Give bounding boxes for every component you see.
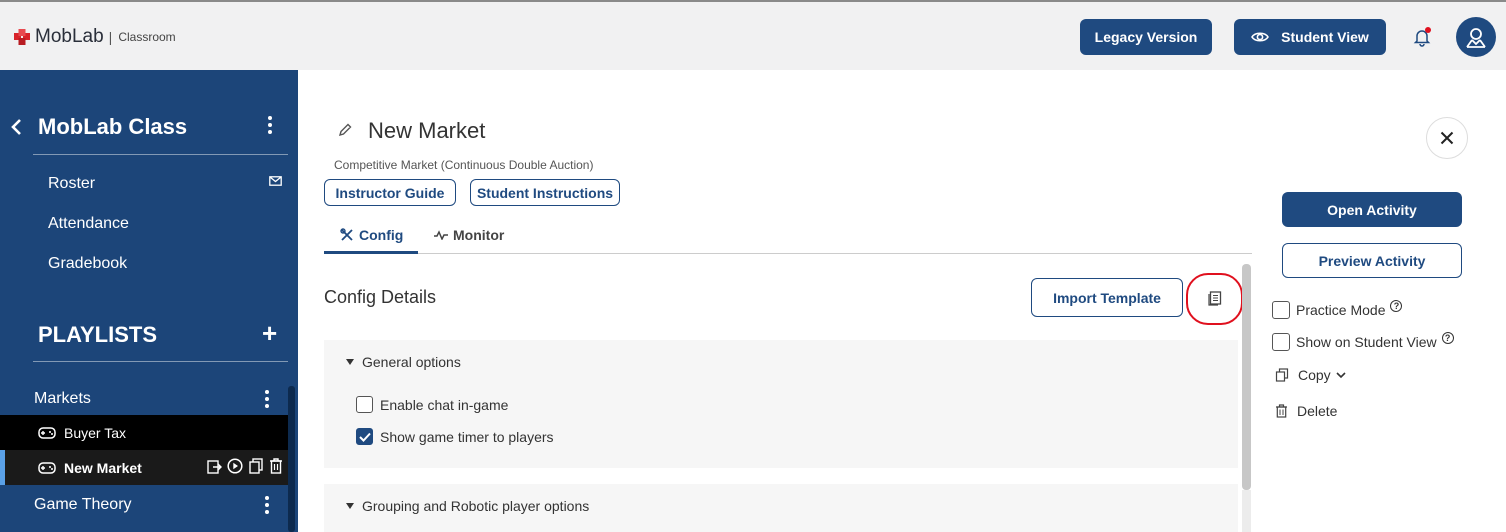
instructor-guide-button[interactable]: Instructor Guide [324, 179, 456, 206]
legacy-version-button[interactable]: Legacy Version [1080, 19, 1212, 55]
grouping-options-panel: Grouping and Robotic player options [324, 484, 1238, 532]
active-tab-indicator [324, 251, 418, 254]
playlist-game-buyer-tax[interactable]: Buyer Tax [0, 415, 290, 450]
general-options-panel: General options Enable chat in-game Show… [324, 340, 1238, 468]
class-title[interactable]: MobLab Class [38, 114, 187, 140]
preview-activity-label: Preview Activity [1318, 252, 1426, 269]
tab-divider [324, 253, 1252, 254]
caret-down-icon [346, 503, 354, 509]
sidebar-item-gradebook[interactable]: Gradebook [48, 255, 127, 273]
copy-icon [1275, 368, 1289, 382]
caret-down-icon [346, 359, 354, 365]
share-icon[interactable] [207, 458, 222, 474]
help-icon[interactable]: ? [1441, 332, 1454, 344]
copy-label: Copy [1298, 367, 1331, 383]
import-template-button[interactable]: Import Template [1031, 278, 1183, 317]
tools-icon [340, 228, 353, 241]
avatar[interactable] [1456, 17, 1496, 57]
top-bar: MobLab | Classroom Legacy Version Studen… [0, 0, 1506, 70]
delete-action[interactable]: Delete [1272, 403, 1337, 419]
chevron-down-icon [1336, 371, 1346, 378]
content-scrollbar-thumb[interactable] [1242, 264, 1251, 490]
tab-config[interactable]: Config [340, 227, 403, 243]
game-label: Buyer Tax [64, 424, 126, 441]
practice-mode-checkbox[interactable] [1272, 301, 1290, 319]
content-scrollbar-track [1242, 490, 1251, 532]
mail-icon[interactable] [269, 176, 282, 186]
import-template-label: Import Template [1053, 289, 1161, 306]
enable-chat-checkbox[interactable] [356, 396, 373, 413]
activity-subtitle: Competitive Market (Continuous Double Au… [334, 158, 594, 172]
preview-activity-button[interactable]: Preview Activity [1282, 243, 1462, 278]
show-timer-option[interactable]: Show game timer to players [356, 428, 554, 445]
show-timer-label: Show game timer to players [380, 428, 554, 445]
moblab-logo-icon [14, 29, 30, 45]
show-student-view-label: Show on Student View [1296, 334, 1437, 350]
sidebar-scrollbar[interactable] [288, 386, 295, 532]
activity-title: New Market [368, 118, 486, 143]
eye-icon [1251, 32, 1270, 42]
playlist-game-new-market[interactable]: New Market [0, 450, 290, 485]
kebab-icon[interactable] [267, 116, 273, 134]
student-view-button[interactable]: Student View [1234, 19, 1386, 55]
help-icon[interactable]: ? [1390, 300, 1403, 312]
gamepad-icon [38, 426, 56, 439]
grouping-options-title: Grouping and Robotic player options [362, 498, 590, 514]
close-button[interactable] [1426, 117, 1468, 159]
brand-name: MobLab [35, 26, 104, 47]
practice-mode-label: Practice Mode [1296, 302, 1386, 318]
user-icon [1466, 28, 1486, 48]
sidebar-item-attendance[interactable]: Attendance [48, 215, 129, 233]
delete-label: Delete [1297, 403, 1338, 419]
copy-icon[interactable] [248, 458, 264, 474]
close-icon [1440, 131, 1454, 145]
enable-chat-option[interactable]: Enable chat in-game [356, 396, 508, 413]
tab-monitor-label: Monitor [453, 227, 505, 243]
student-instructions-button[interactable]: Student Instructions [470, 179, 620, 206]
bell-icon[interactable] [1411, 26, 1433, 48]
sidebar: MobLab Class Roster Attendance Gradebook… [0, 70, 298, 532]
plus-icon[interactable]: + [262, 320, 277, 346]
kebab-icon[interactable] [264, 390, 270, 408]
practice-mode-option[interactable]: Practice Mode ? [1272, 300, 1403, 319]
legacy-version-label: Legacy Version [1094, 29, 1198, 45]
student-view-label: Student View [1281, 29, 1369, 45]
grouping-options-header[interactable]: Grouping and Robotic player options [346, 498, 589, 514]
student-instructions-label: Student Instructions [476, 184, 614, 201]
trash-icon [1276, 404, 1287, 418]
trash-icon[interactable] [269, 458, 283, 474]
pencil-icon[interactable] [337, 122, 353, 138]
logo[interactable]: MobLab | Classroom [13, 26, 176, 48]
sidebar-item-roster[interactable]: Roster [48, 175, 95, 193]
tab-config-label: Config [359, 227, 404, 243]
divider [33, 154, 288, 155]
open-activity-button[interactable]: Open Activity [1282, 192, 1462, 227]
show-timer-checkbox[interactable] [356, 428, 373, 445]
gamepad-icon [38, 461, 56, 474]
enable-chat-label: Enable chat in-game [380, 396, 509, 413]
show-student-view-option[interactable]: Show on Student View ? [1272, 332, 1454, 351]
tab-monitor[interactable]: Monitor [434, 227, 504, 243]
chevron-left-icon[interactable] [10, 118, 22, 136]
game-label: New Market [64, 459, 142, 476]
row-actions [207, 458, 283, 474]
open-activity-label: Open Activity [1327, 201, 1417, 218]
general-options-header[interactable]: General options [346, 354, 461, 370]
show-student-view-checkbox[interactable] [1272, 333, 1290, 351]
kebab-icon[interactable] [264, 496, 270, 514]
general-options-title: General options [362, 354, 461, 370]
playlist-game-theory[interactable]: Game Theory [34, 496, 132, 514]
play-icon[interactable] [227, 458, 243, 474]
divider [33, 361, 288, 362]
config-details-title: Config Details [324, 287, 437, 307]
playlist-markets[interactable]: Markets [34, 390, 91, 408]
product-name: Classroom [118, 30, 176, 44]
copy-menu[interactable]: Copy [1272, 367, 1346, 383]
highlight-ring [1186, 273, 1243, 325]
brand-separator: | [108, 29, 113, 45]
playlists-heading: PLAYLISTS [38, 322, 157, 347]
pulse-icon [434, 230, 448, 240]
check-icon [358, 432, 371, 442]
instructor-guide-label: Instructor Guide [335, 184, 445, 201]
